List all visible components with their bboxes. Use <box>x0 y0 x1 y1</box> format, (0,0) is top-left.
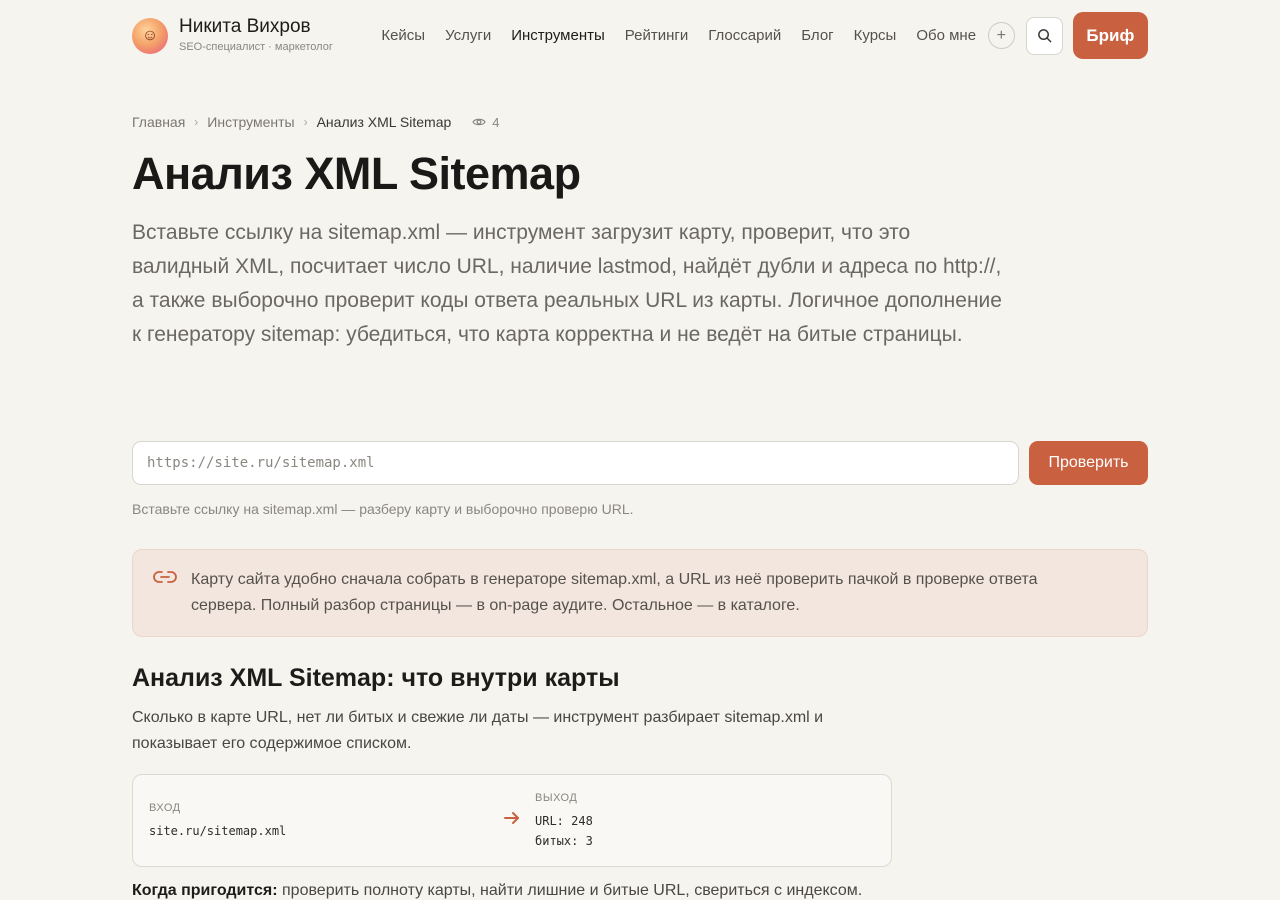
more-nav-button[interactable]: + <box>988 22 1015 49</box>
eye-icon <box>472 118 486 126</box>
plus-icon: + <box>996 26 1006 44</box>
search-icon <box>1037 29 1051 43</box>
avatar: ☺ <box>132 17 168 54</box>
brand-name[interactable]: Никита Вихров <box>179 16 333 38</box>
breadcrumb-current: Анализ XML Sitemap <box>316 114 452 130</box>
site-header: ☺ Никита Вихров SEO-специалист · маркето… <box>132 12 1149 59</box>
io-example-card: ВХОД site.ru/sitemap.xml ВЫХОД URL: 248 … <box>132 774 892 867</box>
breadcrumb-separator: › <box>194 115 199 129</box>
arrow-right-icon <box>504 812 519 824</box>
view-count: 4 <box>492 114 500 130</box>
nav-item-ratings[interactable]: Рейтинги <box>625 27 688 44</box>
nav-item-courses[interactable]: Курсы <box>854 27 897 44</box>
input-value: site.ru/sitemap.xml <box>149 824 287 838</box>
nav-item-services[interactable]: Услуги <box>445 27 491 44</box>
breadcrumb: Главная › Инструменты › Анализ XML Sitem… <box>132 113 1148 131</box>
use-case-label: Когда пригодится: <box>132 882 278 899</box>
search-button[interactable] <box>1025 16 1063 55</box>
check-button[interactable]: Проверить <box>1029 441 1148 485</box>
sitemap-url-input[interactable] <box>132 441 1019 485</box>
output-broken-count: битых: 3 <box>535 834 593 848</box>
brand[interactable]: ☺ Никита Вихров SEO-специалист · маркето… <box>132 16 381 55</box>
form-hint: Вставьте ссылку на sitemap.xml — разберу… <box>132 501 634 517</box>
nav-item-blog[interactable]: Блог <box>801 27 833 44</box>
section-description: Сколько в карте URL, нет ли битых и свеж… <box>132 709 824 752</box>
breadcrumb-tools[interactable]: Инструменты <box>207 114 294 130</box>
page-lead: Вставьте ссылку на sitemap.xml — инструм… <box>132 221 1002 346</box>
page-title: Анализ XML Sitemap <box>132 148 581 199</box>
input-label: ВХОД <box>149 802 181 814</box>
notice-text: Карту сайта удобно сначала собрать в ген… <box>191 571 1038 614</box>
brand-subtitle: SEO-специалист · маркетолог <box>179 41 333 53</box>
brief-button[interactable]: Бриф <box>1072 12 1149 59</box>
nav-item-about[interactable]: Обо мне <box>916 27 976 44</box>
nav-item-cases[interactable]: Кейсы <box>381 27 425 44</box>
breadcrumb-home[interactable]: Главная <box>132 114 185 130</box>
view-counter: 4 <box>472 114 500 130</box>
use-case-line: Когда пригодится: проверить полноту карт… <box>132 882 1148 900</box>
breadcrumb-separator: › <box>303 115 308 129</box>
use-case-text: проверить полноту карты, найти лишние и … <box>277 882 863 899</box>
output-label: ВЫХОД <box>535 792 578 804</box>
related-tools-notice: Карту сайта удобно сначала собрать в ген… <box>132 549 1148 637</box>
output-url-count: URL: 248 <box>535 814 593 828</box>
main-nav: Кейсы Услуги Инструменты Рейтинги Глосса… <box>381 27 996 44</box>
section-title: Анализ XML Sitemap: что внутри карты <box>132 664 620 692</box>
link-icon <box>153 571 177 583</box>
sitemap-form: Проверить <box>132 441 1148 485</box>
nav-item-glossary[interactable]: Глоссарий <box>708 27 781 44</box>
nav-item-tools[interactable]: Инструменты <box>511 27 605 44</box>
